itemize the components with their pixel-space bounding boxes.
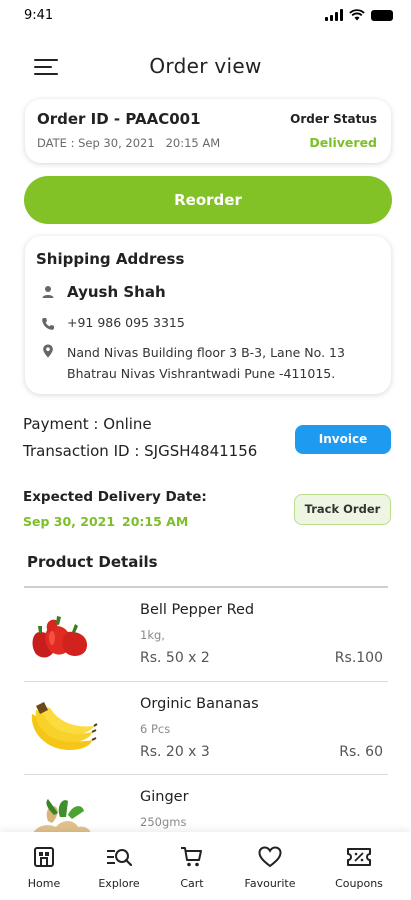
product-quantity: 1kg, <box>140 628 165 642</box>
recipient-phone: +91 986 095 3315 <box>67 315 185 330</box>
nav-home[interactable]: Home <box>9 846 79 890</box>
status-bar: 9:41 <box>0 0 411 32</box>
recipient-name: Ayush Shah <box>67 283 166 301</box>
page-title: Order view <box>149 54 262 78</box>
product-name: Ginger <box>140 789 189 805</box>
nav-label: Coupons <box>335 877 383 890</box>
expected-delivery-date: Sep 30, 2021 <box>23 514 116 529</box>
product-total: Rs. 60 <box>339 744 383 760</box>
product-details-title: Product Details <box>27 553 158 571</box>
track-order-button[interactable]: Track Order <box>294 494 391 525</box>
product-name: Bell Pepper Red <box>140 602 255 618</box>
shipping-address-row: Nand Nivas Building floor 3 B-3, Lane No… <box>41 342 367 384</box>
nav-coupons[interactable]: Coupons <box>324 846 394 890</box>
nav-cart[interactable]: Cart <box>157 846 227 890</box>
product-total: Rs.100 <box>334 650 383 666</box>
product-item[interactable]: Bell Pepper Red 1kg, Rs. 50 x 2 Rs.100 <box>0 588 411 680</box>
nav-label: Home <box>27 877 61 890</box>
payment-method: Payment : Online <box>23 415 152 433</box>
nav-label: Explore <box>98 877 140 890</box>
cart-icon <box>181 847 202 867</box>
order-status-value: Delivered <box>309 135 377 150</box>
invoice-button[interactable]: Invoice <box>295 425 391 454</box>
nav-label: Favourite <box>244 877 296 890</box>
location-pin-icon <box>43 344 53 358</box>
transaction-id: Transaction ID : SJGSH4841156 <box>23 442 258 460</box>
top-bar: Order view <box>0 44 411 90</box>
order-summary-card: Order ID - PAAC001 DATE : Sep 30, 2021 2… <box>25 99 391 163</box>
expected-delivery-label: Expected Delivery Date: <box>23 489 207 505</box>
coupon-icon <box>347 848 371 866</box>
bottom-navigation: Home Explore Cart Favourite Coupons <box>0 832 411 900</box>
explore-icon <box>107 849 133 867</box>
home-icon <box>34 847 54 867</box>
person-icon <box>42 286 54 298</box>
product-unit-price: Rs. 50 x 2 <box>140 650 210 666</box>
shipping-name-row: Ayush Shah <box>41 283 166 301</box>
nav-explore[interactable]: Explore <box>84 846 154 890</box>
product-name: Orginic Bananas <box>140 696 259 712</box>
order-id: Order ID - PAAC001 <box>37 110 201 128</box>
shipping-title: Shipping Address <box>36 250 185 268</box>
product-quantity: 6 Pcs <box>140 722 171 736</box>
status-time: 9:41 <box>24 8 54 23</box>
nav-favourite[interactable]: Favourite <box>235 846 305 890</box>
battery-icon <box>371 10 393 21</box>
bell-pepper-image <box>32 616 88 658</box>
bananas-image <box>31 702 98 750</box>
signal-icon <box>325 9 343 21</box>
order-status-label: Order Status <box>290 112 377 126</box>
phone-icon <box>42 318 54 330</box>
expected-delivery-time: 20:15 AM <box>122 514 189 529</box>
reorder-button[interactable]: Reorder <box>24 176 392 224</box>
wifi-icon <box>349 9 365 21</box>
product-unit-price: Rs. 20 x 3 <box>140 744 210 760</box>
order-date: DATE : Sep 30, 2021 20:15 AM <box>37 136 221 150</box>
shipping-phone-row: +91 986 095 3315 <box>41 315 185 331</box>
product-quantity: 250gms <box>140 815 187 829</box>
status-icons <box>325 9 393 21</box>
product-item[interactable]: Orginic Bananas 6 Pcs Rs. 20 x 3 Rs. 60 <box>0 682 411 774</box>
shipping-address-card: Shipping Address Ayush Shah +91 986 095 … <box>25 236 391 394</box>
heart-icon <box>258 846 282 868</box>
nav-label: Cart <box>180 877 204 890</box>
recipient-address: Nand Nivas Building floor 3 B-3, Lane No… <box>67 345 345 381</box>
